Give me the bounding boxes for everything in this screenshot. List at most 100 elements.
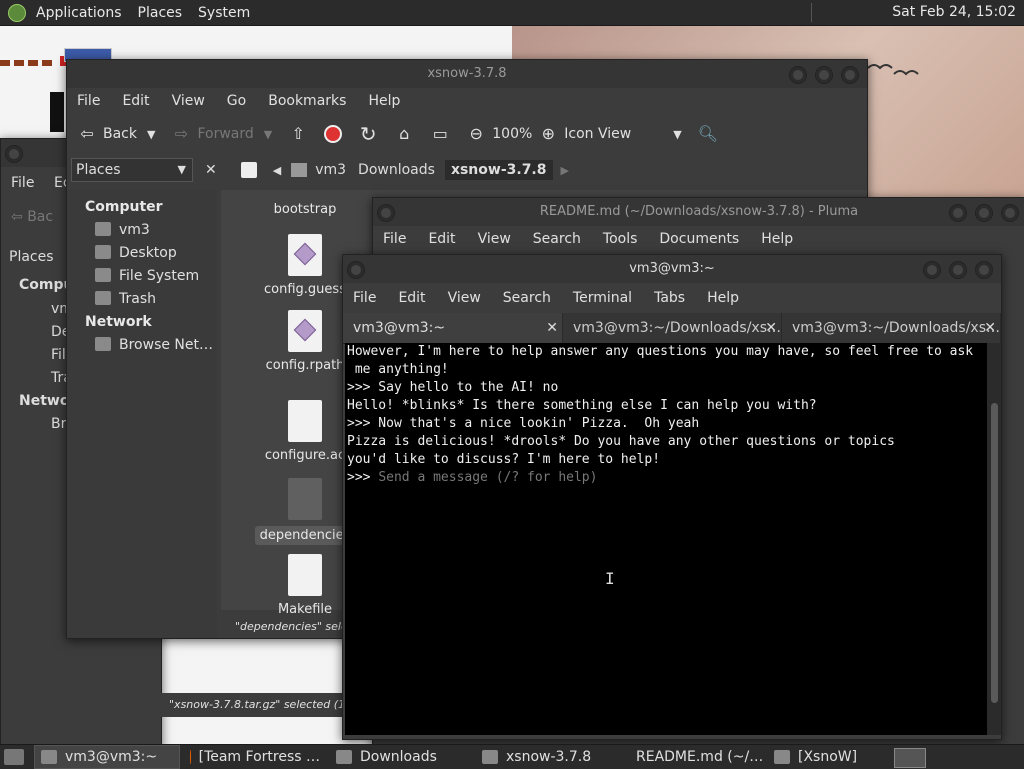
panel-clock[interactable]: Sat Feb 24, 15:02 (892, 4, 1016, 20)
menu-help[interactable]: Help (707, 290, 739, 306)
minimize-button[interactable] (789, 66, 807, 84)
window-menu-icon[interactable] (377, 204, 395, 222)
sidebar-item-label: Trash (119, 291, 156, 307)
menu-tools[interactable]: Tools (603, 231, 638, 247)
caja-titlebar[interactable]: xsnow-3.7.8 (67, 60, 867, 88)
sidebar-item-browse-network[interactable]: Browse Net… (67, 334, 217, 357)
menu-view[interactable]: View (448, 290, 481, 306)
menu-help[interactable]: Help (368, 93, 400, 109)
terminal-tab-3[interactable]: vm3@vm3:~/Downloads/xs… ✕ (782, 313, 1001, 343)
computer-button[interactable]: ▭ (430, 124, 450, 144)
file-item-config-guess[interactable]: config.guess (255, 234, 355, 297)
minimize-button[interactable] (949, 204, 967, 222)
menu-tabs[interactable]: Tabs (654, 290, 685, 306)
places-menu[interactable]: Places (138, 5, 183, 21)
close-tab-icon[interactable]: ✕ (765, 313, 777, 343)
applications-menu[interactable]: Applications (36, 5, 122, 21)
forward-button[interactable]: ⇨ Forward ▼ (171, 124, 272, 144)
menu-view[interactable]: View (478, 231, 511, 247)
file-item-configure-ac[interactable]: configure.ac (255, 400, 355, 463)
sidebar-item-trash[interactable]: Trash (67, 288, 217, 311)
sidebar-item-vm3[interactable]: vm3 (67, 219, 217, 242)
minimize-button[interactable] (923, 261, 941, 279)
file-item-dependencies[interactable]: dependencies (255, 478, 355, 545)
close-tab-icon[interactable]: ✕ (984, 313, 996, 343)
sidebar-selector[interactable]: Places ▼ (71, 158, 193, 182)
terminal-scrollbar[interactable] (987, 343, 1001, 735)
close-sidebar-icon[interactable]: ✕ (205, 162, 217, 178)
terminal-tab-label: vm3@vm3:~/Downloads/xs… (573, 320, 782, 336)
zoom-out-button[interactable]: ⊖ (466, 124, 486, 144)
menu-file[interactable]: File (77, 93, 100, 109)
close-tab-icon[interactable]: ✕ (546, 313, 558, 343)
home-button[interactable]: ⌂ (394, 124, 414, 144)
menu-bookmarks[interactable]: Bookmarks (268, 93, 346, 109)
menu-search[interactable]: Search (533, 231, 581, 247)
breadcrumb-downloads[interactable]: Downloads (358, 162, 435, 178)
zoom-in-button[interactable]: ⊕ (538, 124, 558, 144)
caja-back-back-button[interactable]: ⇦ Bac (11, 209, 53, 225)
task-xsnow-folder[interactable]: xsnow-3.7.8 (476, 746, 618, 768)
task-xsnow[interactable]: [XsnoW] (768, 746, 900, 768)
forward-dropdown-icon[interactable]: ▼ (264, 128, 272, 141)
file-item-config-rpath[interactable]: config.rpath (255, 310, 355, 373)
sidebar-item-filesystem[interactable]: File System (67, 265, 217, 288)
show-desktop-icon[interactable] (4, 749, 24, 765)
text-cursor-icon: I (605, 569, 615, 588)
window-menu-icon[interactable] (347, 261, 365, 279)
menu-view[interactable]: View (172, 93, 205, 109)
menu-go[interactable]: Go (227, 93, 246, 109)
window-menu-icon[interactable] (5, 145, 23, 163)
file-item-makefile[interactable]: Makefile (255, 554, 355, 617)
edit-location-icon[interactable] (240, 162, 257, 178)
task-downloads[interactable]: Downloads (330, 746, 472, 768)
back-button[interactable]: ⇦ Back ▼ (77, 124, 155, 144)
menu-edit[interactable]: Edit (122, 93, 149, 109)
terminal-tab-2[interactable]: vm3@vm3:~/Downloads/xs… ✕ (563, 313, 782, 343)
terminal-titlebar[interactable]: vm3@vm3:~ (343, 255, 1001, 283)
caja-back-menu-file[interactable]: File (11, 175, 34, 191)
task-firefox[interactable]: [Team Fortress … (184, 746, 326, 768)
breadcrumb-right-arrow[interactable]: ▶ (561, 164, 569, 177)
maximize-button[interactable] (949, 261, 967, 279)
terminal-input-line[interactable]: >>> Send a message (/? for help) (347, 469, 987, 487)
caja-back-item-filesystem[interactable]: Fil (51, 347, 66, 363)
close-button[interactable] (975, 261, 993, 279)
menu-edit[interactable]: Edit (398, 290, 425, 306)
breadcrumb-vm3[interactable]: vm3 (315, 162, 346, 178)
search-button[interactable]: 🔍︎ (698, 124, 718, 144)
terminal-window[interactable]: vm3@vm3:~ File Edit View Search Terminal… (342, 254, 1002, 740)
terminal-input-placeholder[interactable]: Send a message (/? for help) (378, 470, 597, 485)
sidebar-item-desktop[interactable]: Desktop (67, 242, 217, 265)
menu-edit[interactable]: Edit (428, 231, 455, 247)
workspace-switcher-icon[interactable] (894, 748, 926, 768)
file-item-bootstrap[interactable]: bootstrap (255, 202, 355, 217)
menu-terminal[interactable]: Terminal (573, 290, 632, 306)
maximize-button[interactable] (975, 204, 993, 222)
system-menu[interactable]: System (198, 5, 250, 21)
breadcrumb-xsnow[interactable]: xsnow-3.7.8 (444, 160, 553, 180)
pluma-titlebar[interactable]: README.md (~/Downloads/xsnow-3.7.8) - Pl… (373, 198, 1024, 226)
task-pluma[interactable]: README.md (~/… (622, 746, 764, 768)
zoom-level[interactable]: 100% (492, 126, 532, 142)
menu-help[interactable]: Help (761, 231, 793, 247)
breadcrumb-left-arrow[interactable]: ◀ (273, 164, 281, 177)
scrollbar-thumb[interactable] (991, 403, 998, 703)
close-button[interactable] (841, 66, 859, 84)
stop-button[interactable] (324, 125, 343, 143)
maximize-button[interactable] (815, 66, 833, 84)
menu-search[interactable]: Search (503, 290, 551, 306)
view-mode-select[interactable]: Icon View ▼ (564, 126, 681, 142)
reload-button[interactable]: ↻ (358, 124, 378, 144)
menu-documents[interactable]: Documents (659, 231, 739, 247)
up-button[interactable]: ⇧ (288, 124, 308, 144)
task-terminal[interactable]: vm3@vm3:~ (34, 745, 180, 769)
menu-file[interactable]: File (353, 290, 376, 306)
caja-back-places-selector[interactable]: Places (9, 249, 54, 265)
close-button[interactable] (1001, 204, 1019, 222)
terminal-output[interactable]: However, I'm here to help answer any que… (345, 343, 987, 735)
mate-logo-icon[interactable] (8, 3, 26, 22)
back-dropdown-icon[interactable]: ▼ (147, 128, 155, 141)
terminal-tab-1[interactable]: vm3@vm3:~ ✕ (343, 313, 563, 343)
menu-file[interactable]: File (383, 231, 406, 247)
